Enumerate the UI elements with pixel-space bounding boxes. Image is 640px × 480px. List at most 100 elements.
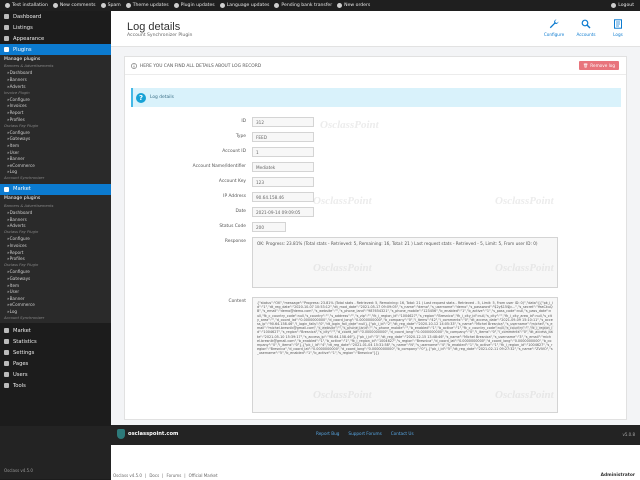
topbar-item-pending-bank-transfer[interactable]: Pending bank transfer [274, 3, 332, 8]
sidebar-subitem-banners[interactable]: » Banners [0, 216, 111, 223]
field-label: Account ID [222, 149, 246, 154]
orders-icon [337, 3, 343, 8]
field-type[interactable]: FEED [252, 132, 314, 142]
topbar-item-spam[interactable]: Spam [100, 3, 121, 8]
market-icon [4, 328, 9, 334]
sidebar-subitem-log[interactable]: » Log [0, 169, 111, 176]
info-icon [131, 63, 137, 69]
sidebar-subitem-gateways[interactable]: » Gateways [0, 136, 111, 143]
support-forums-link[interactable]: Support Forums [348, 431, 381, 436]
sidebar-subitem-dashboard[interactable]: » Dashboard [0, 209, 111, 216]
sidebar-subitem-configure[interactable]: » Configure [0, 96, 111, 103]
sidebar-item-plugins[interactable]: Plugins [0, 44, 111, 55]
field-date[interactable]: 2021-09-14 09:09:05 [252, 207, 314, 217]
sidebar-item-appearance[interactable]: Appearance [0, 33, 111, 44]
sidebar-subitem-label: Item [9, 282, 20, 288]
topbar-item-new-orders[interactable]: New orders [337, 3, 370, 8]
sidebar-item-tools[interactable]: Tools [0, 380, 111, 391]
sidebar-subitem-report[interactable]: » Report [0, 249, 111, 256]
sidebar-section-heading: Account Synchronizer [4, 316, 45, 321]
sidebar-subitem-profiles[interactable]: » Profiles [0, 116, 111, 123]
sidebar-subitem-invoices[interactable]: » Invoices [0, 242, 111, 249]
content-field[interactable]: {"status":"OK","message":"Progress: 23.8… [252, 297, 558, 413]
sidebar-item-label: Tools [13, 382, 26, 389]
field-account-key[interactable]: 123 [252, 177, 314, 187]
sidebar-subitem-label: Profiles [9, 116, 25, 122]
sidebar-subitem-banner[interactable]: » Banner [0, 155, 111, 162]
sidebar-subitem-banner[interactable]: » Banner [0, 295, 111, 302]
page-subtitle: Account Synchronizer Plugin [127, 33, 193, 38]
topbar-item-new-comments[interactable]: New comments [52, 3, 96, 8]
sidebar-item-listings[interactable]: Listings [0, 22, 111, 33]
version-link[interactable]: Osclass v4.5.0 [113, 473, 142, 478]
sidebar-subitem-label: Banners [9, 76, 27, 82]
sidebar-item-pages[interactable]: Pages [0, 358, 111, 369]
field-account-name-identifier[interactable]: Mediatek [252, 162, 314, 172]
topbar-item-theme-updates[interactable]: Theme updates [125, 3, 169, 8]
sidebar-subitem-ecommerce[interactable]: » eCommerce [0, 162, 111, 169]
logs-label: Logs [613, 32, 623, 37]
admin-user[interactable]: Administrator [601, 473, 635, 478]
sidebar-submenu: Manage plugins Banners & Advertisements» … [0, 194, 111, 324]
field-status-code[interactable]: 200 [252, 222, 286, 232]
sidebar-item-settings[interactable]: Settings [0, 347, 111, 358]
sidebar-subitem-configure[interactable]: » Configure [0, 236, 111, 243]
field-id[interactable]: 312 [252, 117, 314, 127]
sidebar-subitem-label: eCommerce [9, 162, 35, 168]
sidebar-subitem-item[interactable]: » Item [0, 142, 111, 149]
logout-icon [611, 3, 617, 8]
sidebar-subitem-adverts[interactable]: » Adverts [0, 222, 111, 229]
response-field[interactable]: OK: Progress: 23.81% (Total stats - Retr… [252, 237, 558, 288]
header-actions: Configure Accounts Logs [544, 19, 628, 37]
sidebar-subitem-gateways[interactable]: » Gateways [0, 275, 111, 282]
sidebar-item-dashboard[interactable]: Dashboard [0, 11, 111, 22]
configure-button[interactable]: Configure [544, 19, 564, 37]
sidebar-subitem-item[interactable]: » Item [0, 282, 111, 289]
sidebar-item-label: Pages [13, 360, 29, 367]
sidebar-version: Osclass v4.5.0 [4, 468, 33, 473]
accounts-button[interactable]: Accounts [576, 19, 596, 37]
sidebar-item-market[interactable]: Market [0, 325, 111, 336]
field-account-id[interactable]: 1 [252, 147, 314, 157]
sidebar-item-statistics[interactable]: Statistics [0, 336, 111, 347]
sidebar-section-heading: Osclass Pay Plugin [4, 230, 39, 235]
sidebar-manage-plugins[interactable]: Manage plugins [0, 55, 111, 63]
sidebar-manage-plugins[interactable]: Manage plugins [0, 195, 111, 203]
sidebar-subitem-profiles[interactable]: » Profiles [0, 255, 111, 262]
sidebar-subitem-banners[interactable]: » Banners [0, 76, 111, 83]
docs-link[interactable]: Docs [149, 473, 159, 478]
topbar-item-plugin-updates[interactable]: Plugin updates [173, 3, 215, 8]
sidebar-subitem-user[interactable]: » User [0, 149, 111, 156]
sidebar-subitem-configure[interactable]: » Configure [0, 269, 111, 276]
report-bug-link[interactable]: Report Bug [316, 431, 339, 436]
topbar-item-language-updates[interactable]: Language updates [219, 3, 269, 8]
market-link[interactable]: Official Market [189, 473, 218, 478]
sidebar-subitem-label: Item [9, 142, 20, 148]
field-label: Account Name/Identifier [192, 164, 246, 169]
sidebar-subitem-dashboard[interactable]: » Dashboard [0, 70, 111, 77]
logout-link[interactable]: Logout [611, 3, 634, 8]
sidebar-subitem-invoices[interactable]: » Invoices [0, 103, 111, 110]
topbar-item-test-installation[interactable]: Test installation [5, 3, 48, 8]
logs-button[interactable]: Logs [608, 19, 628, 37]
sidebar-subitem-label: Report [9, 249, 24, 255]
sidebar-item-users[interactable]: Users [0, 369, 111, 380]
sidebar-subitem-ecommerce[interactable]: » eCommerce [0, 302, 111, 309]
sidebar-subitem-label: User [9, 289, 20, 295]
sidebar-subitem-report[interactable]: » Report [0, 109, 111, 116]
sidebar-subitem-log[interactable]: » Log [0, 308, 111, 315]
sidebar-item-label: Market [13, 186, 31, 193]
log-details-notice: ? Log details [131, 88, 621, 107]
page-header: Log details Account Synchronizer Plugin … [111, 11, 640, 47]
sidebar-subitem-label: Gateways [9, 136, 31, 142]
field-label: Type [235, 134, 246, 139]
sidebar-item-market[interactable]: Market [0, 183, 111, 195]
sidebar-subitem-configure[interactable]: » Configure [0, 129, 111, 136]
brand-logo[interactable]: osclasspoint.com [117, 429, 178, 439]
sidebar-subitem-user[interactable]: » User [0, 288, 111, 295]
forums-link[interactable]: Forums [167, 473, 182, 478]
sidebar-subitem-adverts[interactable]: » Adverts [0, 83, 111, 90]
remove-log-button[interactable]: 🗑 Remove log [578, 61, 619, 70]
field-ip-address[interactable]: 90.64.158.46 [252, 192, 314, 202]
contact-us-link[interactable]: Contact Us [391, 431, 414, 436]
